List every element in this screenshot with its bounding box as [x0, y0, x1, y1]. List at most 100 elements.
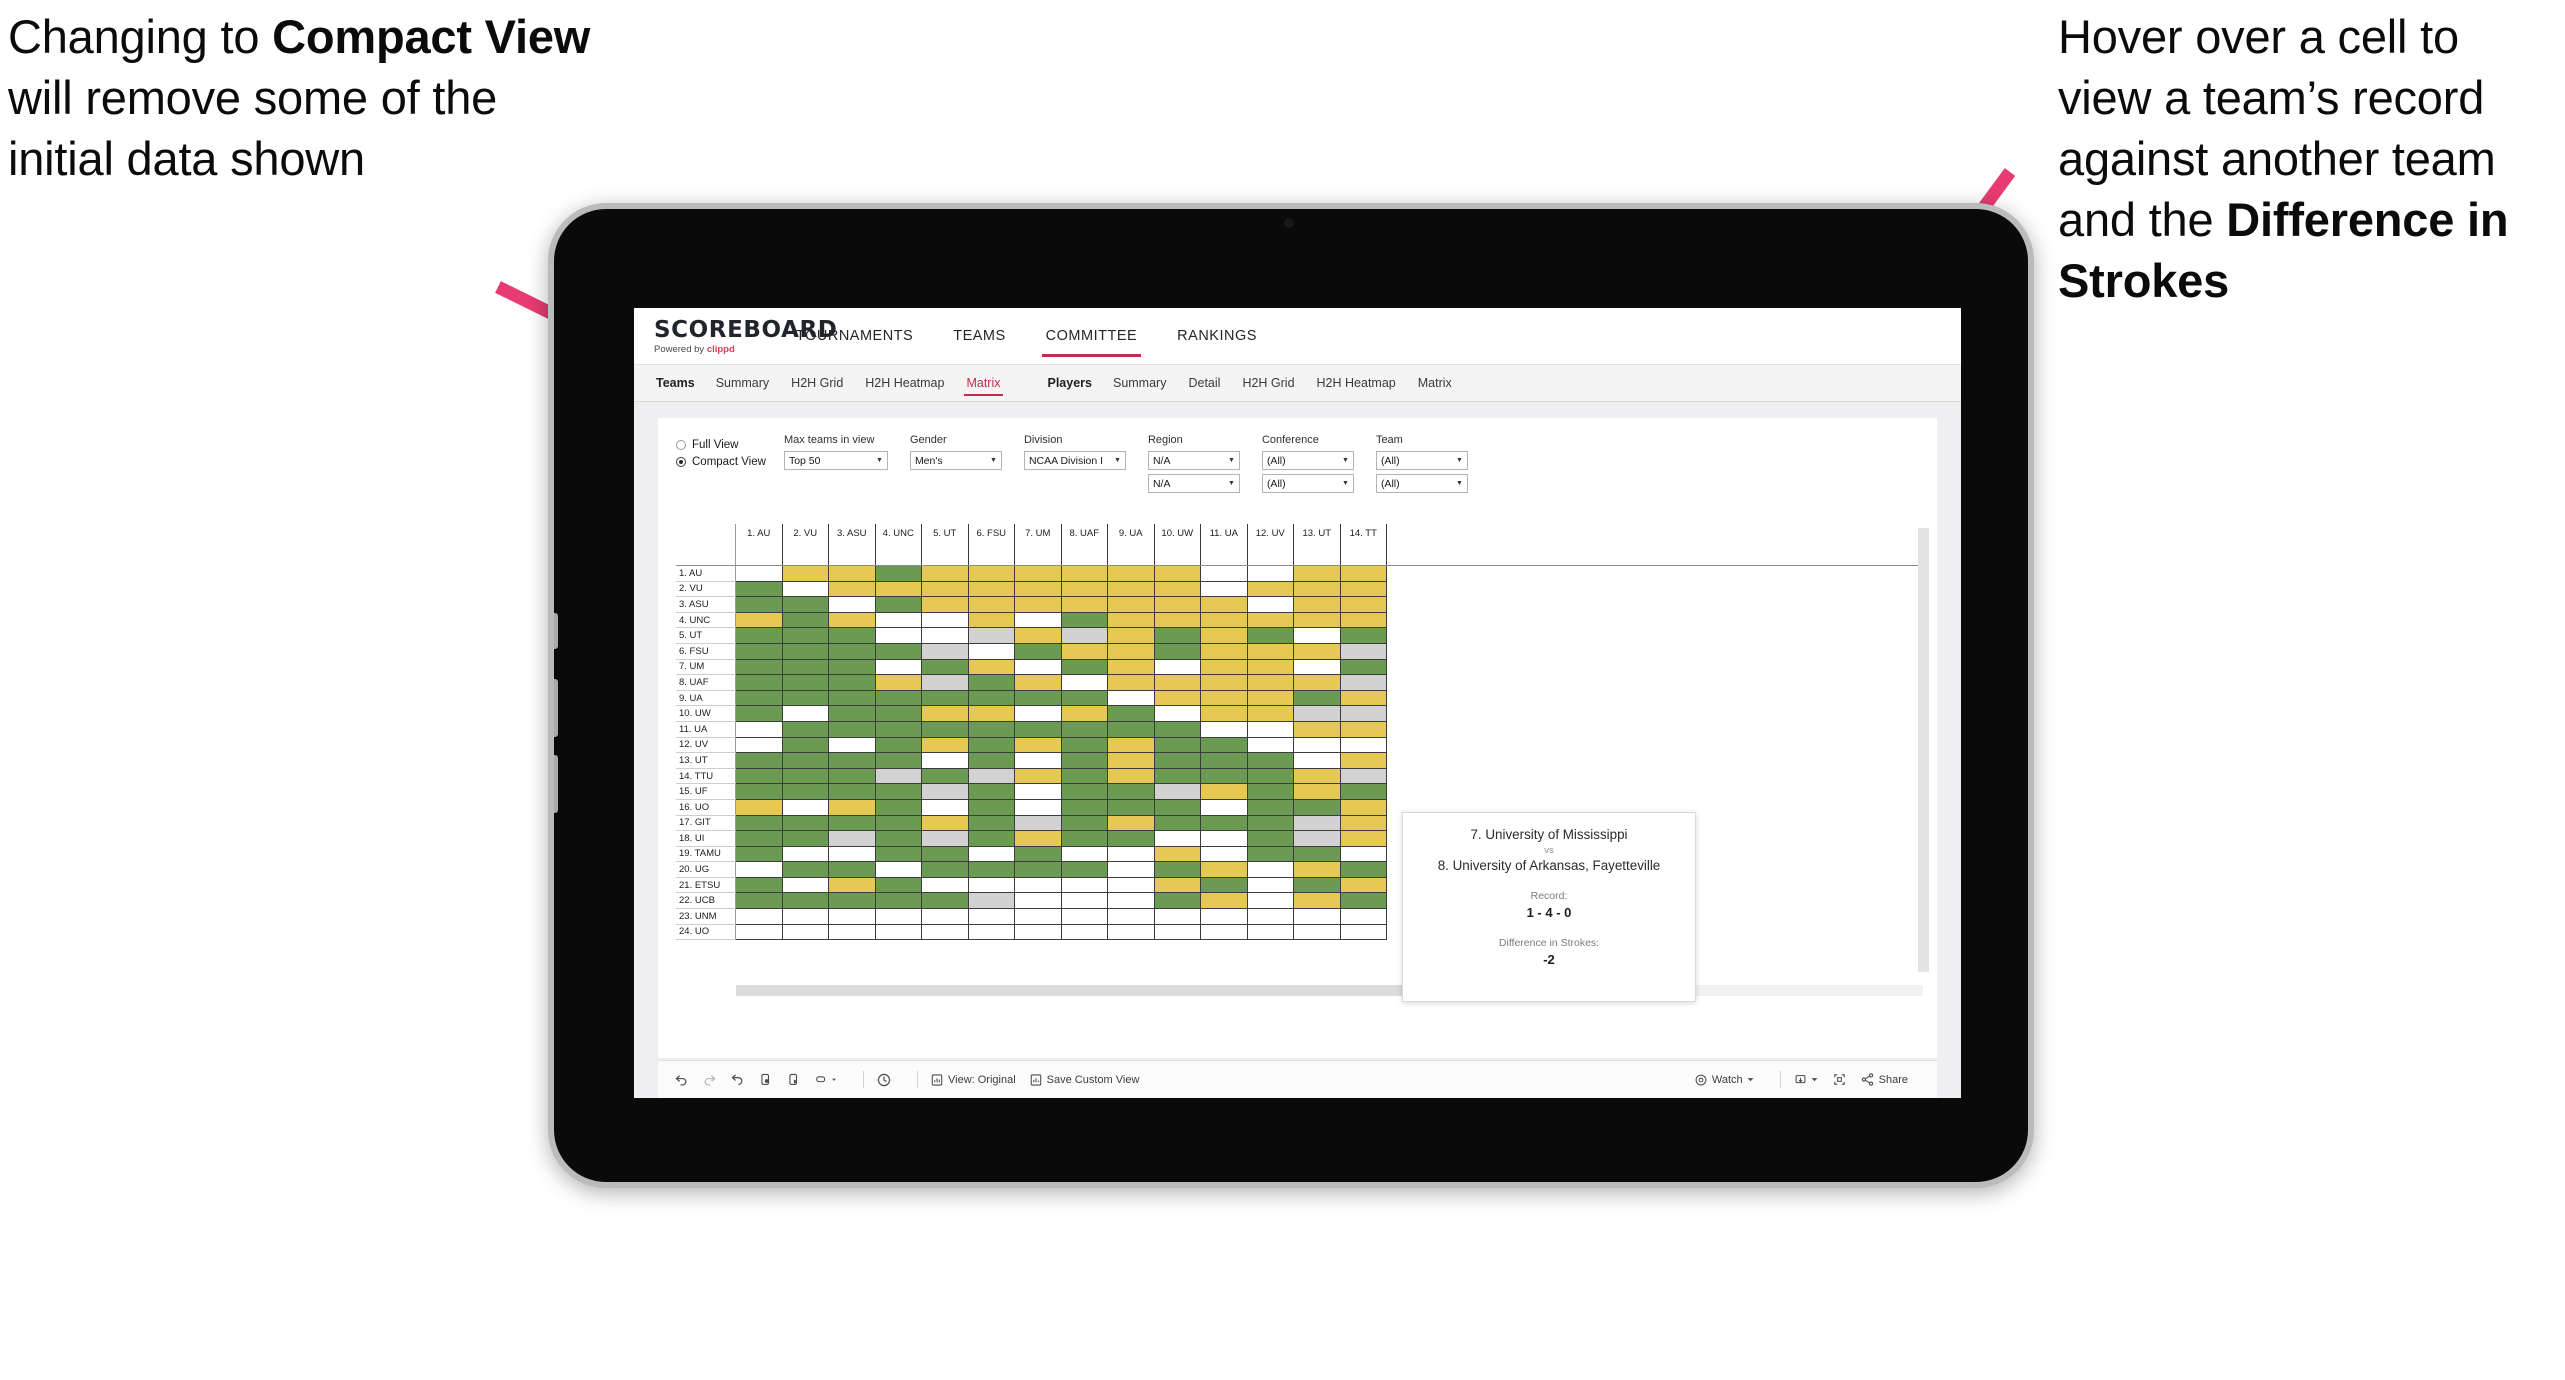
- matrix-cell[interactable]: [782, 675, 829, 691]
- matrix-cell[interactable]: [736, 815, 783, 832]
- filter-select-conference-1[interactable]: (All) ▼: [1261, 451, 1354, 470]
- matrix-cell[interactable]: [1340, 737, 1387, 754]
- matrix-cell[interactable]: [1340, 909, 1387, 925]
- matrix-cell[interactable]: [1247, 612, 1294, 629]
- matrix-cell[interactable]: [1294, 612, 1341, 629]
- matrix-cell[interactable]: [782, 768, 829, 785]
- matrix-cell[interactable]: [782, 799, 829, 816]
- matrix-cell[interactable]: [1201, 643, 1248, 660]
- matrix-cell[interactable]: [922, 659, 969, 676]
- matrix-cell[interactable]: [1108, 706, 1155, 722]
- matrix-cell[interactable]: [1201, 566, 1248, 582]
- matrix-cell[interactable]: [829, 924, 876, 941]
- matrix-cell[interactable]: [829, 581, 876, 598]
- matrix-cell[interactable]: [1247, 675, 1294, 691]
- matrix-cell[interactable]: [875, 924, 922, 941]
- matrix-cell[interactable]: [1015, 612, 1062, 629]
- matrix-cell[interactable]: [1340, 675, 1387, 691]
- matrix-cell[interactable]: [875, 612, 922, 629]
- download-button[interactable]: [1793, 1073, 1819, 1087]
- matrix-cell[interactable]: [1015, 799, 1062, 816]
- matrix-cell[interactable]: [1061, 815, 1108, 832]
- matrix-cell[interactable]: [1201, 706, 1248, 722]
- matrix-cell[interactable]: [968, 643, 1015, 660]
- matrix-cell[interactable]: [1154, 753, 1201, 769]
- matrix-cell[interactable]: [1108, 768, 1155, 785]
- filter-select-division-1[interactable]: NCAA Division I ▼: [1023, 451, 1126, 470]
- resume-auto-update-button[interactable]: [786, 1072, 801, 1087]
- matrix-cell[interactable]: [1015, 924, 1062, 941]
- matrix-cell[interactable]: [1061, 846, 1108, 863]
- pause-updates-clock-icon[interactable]: [876, 1072, 892, 1088]
- matrix-cell[interactable]: [1294, 581, 1341, 598]
- matrix-cell[interactable]: [875, 784, 922, 800]
- matrix-cell[interactable]: [1294, 784, 1341, 800]
- matrix-cell[interactable]: [829, 831, 876, 847]
- matrix-cell[interactable]: [736, 628, 783, 644]
- matrix-cell[interactable]: [736, 675, 783, 691]
- matrix-cell[interactable]: [1154, 706, 1201, 722]
- matrix-cell[interactable]: [1201, 612, 1248, 629]
- matrix-cell[interactable]: [1340, 784, 1387, 800]
- matrix-cell[interactable]: [1154, 721, 1201, 738]
- matrix-cell[interactable]: [922, 753, 969, 769]
- matrix-cell[interactable]: [1108, 612, 1155, 629]
- matrix-cell[interactable]: [1154, 831, 1201, 847]
- matrix-cell[interactable]: [1154, 659, 1201, 676]
- matrix-cell[interactable]: [968, 909, 1015, 925]
- matrix-cell[interactable]: [922, 690, 969, 707]
- matrix-cell[interactable]: [1061, 597, 1108, 613]
- matrix-cell[interactable]: [1340, 893, 1387, 910]
- matrix-cell[interactable]: [968, 924, 1015, 941]
- matrix-cell[interactable]: [1154, 893, 1201, 910]
- subnav-tab-teams-matrix[interactable]: Matrix: [955, 365, 1011, 401]
- matrix-cell[interactable]: [829, 706, 876, 722]
- matrix-cell[interactable]: [829, 846, 876, 863]
- matrix-cell[interactable]: [1154, 597, 1201, 613]
- matrix-cell[interactable]: [1154, 909, 1201, 925]
- matrix-cell[interactable]: [875, 706, 922, 722]
- matrix-cell[interactable]: [1294, 893, 1341, 910]
- power-button[interactable]: [554, 613, 558, 649]
- matrix-cell[interactable]: [736, 612, 783, 629]
- filter-select-team-2[interactable]: (All) ▼: [1375, 474, 1468, 493]
- matrix-cell[interactable]: [1154, 628, 1201, 644]
- subnav-tab-teams-h2h-heatmap[interactable]: H2H Heatmap: [854, 365, 955, 401]
- subnav-tab-players-detail[interactable]: Detail: [1177, 365, 1231, 401]
- matrix-cell[interactable]: [782, 877, 829, 894]
- matrix-cell[interactable]: [1247, 893, 1294, 910]
- matrix-cell[interactable]: [922, 643, 969, 660]
- matrix-cell[interactable]: [829, 612, 876, 629]
- horizontal-scrollbar-thumb[interactable]: [736, 985, 1413, 996]
- matrix-cell[interactable]: [782, 706, 829, 722]
- matrix-cell[interactable]: [922, 784, 969, 800]
- matrix-cell[interactable]: [1340, 877, 1387, 894]
- matrix-cell[interactable]: [922, 815, 969, 832]
- matrix-cell[interactable]: [1015, 893, 1062, 910]
- matrix-cell[interactable]: [1061, 768, 1108, 785]
- matrix-cell[interactable]: [736, 799, 783, 816]
- filter-select-region-2[interactable]: N/A ▼: [1147, 474, 1240, 493]
- matrix-cell[interactable]: [829, 721, 876, 738]
- matrix-cell[interactable]: [1294, 690, 1341, 707]
- matrix-cell[interactable]: [1108, 784, 1155, 800]
- matrix-cell[interactable]: [922, 799, 969, 816]
- matrix-cell[interactable]: [875, 675, 922, 691]
- matrix-cell[interactable]: [782, 566, 829, 582]
- matrix-cell[interactable]: [1108, 893, 1155, 910]
- matrix-cell[interactable]: [1061, 643, 1108, 660]
- volume-up-button[interactable]: [554, 679, 558, 737]
- matrix-cell[interactable]: [1015, 690, 1062, 707]
- matrix-cell[interactable]: [922, 831, 969, 847]
- matrix-cell[interactable]: [1015, 581, 1062, 598]
- matrix-cell[interactable]: [1061, 628, 1108, 644]
- matrix-cell[interactable]: [829, 909, 876, 925]
- subnav-tab-teams-h2h-grid[interactable]: H2H Grid: [780, 365, 854, 401]
- matrix-cell[interactable]: [829, 737, 876, 754]
- matrix-cell[interactable]: [922, 566, 969, 582]
- matrix-cell[interactable]: [1201, 659, 1248, 676]
- topnav-item-tournaments[interactable]: TOURNAMENTS: [776, 308, 933, 364]
- matrix-cell[interactable]: [968, 862, 1015, 878]
- matrix-cell[interactable]: [1015, 784, 1062, 800]
- matrix-cell[interactable]: [1201, 768, 1248, 785]
